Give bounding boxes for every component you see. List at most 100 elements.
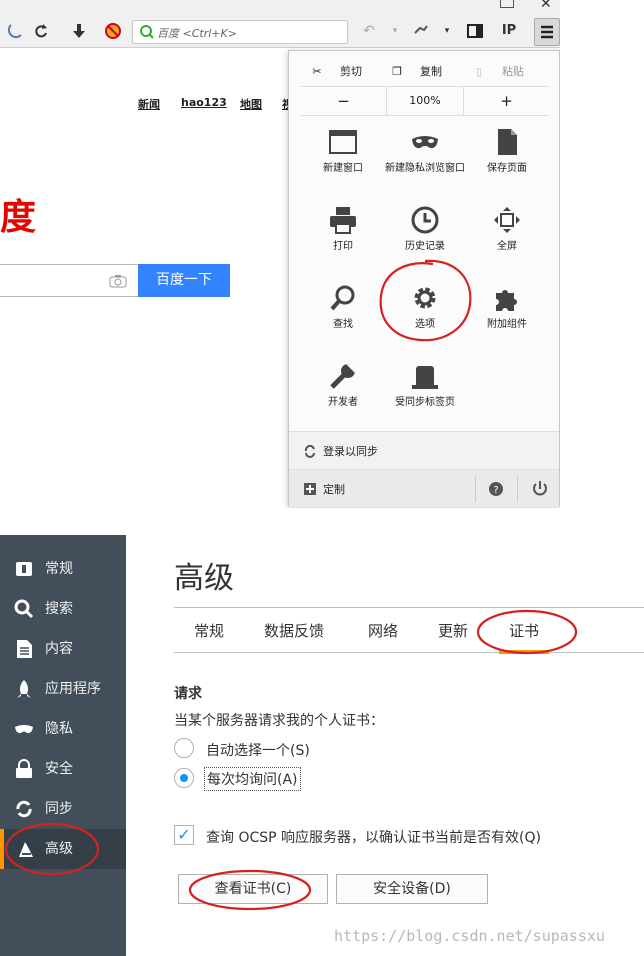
sidebar-item-content[interactable]: 内容 <box>0 629 126 669</box>
sync-label: 登录以同步 <box>323 445 378 458</box>
applications-icon <box>17 680 31 698</box>
sidebar-item-search[interactable]: 搜索 <box>0 589 126 629</box>
quit-button[interactable] <box>529 478 551 500</box>
synced-tabs-icon <box>412 366 438 389</box>
link-map[interactable]: 地图 <box>240 96 262 112</box>
search-input[interactable]: 百度 <Ctrl+K> <box>132 20 348 44</box>
camera-icon[interactable] <box>109 274 127 288</box>
print-button[interactable]: 打印 <box>303 205 383 275</box>
ocsp-checkbox[interactable]: ✓ <box>174 825 194 845</box>
find-magnifier-icon <box>330 285 355 311</box>
help-button[interactable]: ? <box>485 478 507 500</box>
zoom-controls: − 100% + <box>301 87 549 115</box>
new-window-label: 新建窗口 <box>323 163 363 174</box>
edit-controls: ✂ 剪切 ❐ 复制 ▯ 粘贴 <box>301 58 549 86</box>
open-menu-button[interactable] <box>534 18 560 46</box>
link-hao123[interactable]: hao123 <box>181 96 227 109</box>
radio-ask-every-time[interactable] <box>174 768 194 788</box>
power-icon <box>533 481 547 496</box>
hamburger-menu-icon <box>541 25 553 39</box>
scissors-icon: ✂ <box>312 65 322 78</box>
private-mask-icon <box>412 136 438 149</box>
preferences-page: 常规 搜索 内容 应用程序 隐私 安全 同步 高级 高级 常规 数据反馈 网络 … <box>0 535 644 956</box>
print-label: 打印 <box>333 241 353 252</box>
sidebar-item-label: 常规 <box>45 561 73 577</box>
copy-icon: ❐ <box>392 65 402 78</box>
content-icon <box>17 640 32 658</box>
radio-select-automatically-label[interactable]: 自动选择一个(S) <box>206 740 310 760</box>
reload-icon[interactable] <box>30 20 52 42</box>
history-label: 历史记录 <box>405 241 445 252</box>
zoom-reset-button[interactable]: 100% <box>386 87 464 115</box>
sidebar-toggle-icon[interactable] <box>464 20 486 42</box>
preferences-sidebar: 常规 搜索 内容 应用程序 隐私 安全 同步 高级 <box>0 535 126 956</box>
fullscreen-icon <box>494 207 520 233</box>
chevron-down-icon[interactable]: ▾ <box>436 20 458 42</box>
page-title: 高级 <box>174 561 234 596</box>
customize-button[interactable]: 定制 <box>289 470 475 508</box>
sign-in-to-sync-button[interactable]: 登录以同步 <box>289 431 559 469</box>
security-devices-button[interactable]: 安全设备(D) <box>336 874 488 904</box>
radio-ask-every-time-label[interactable]: 每次均询问(A) <box>204 767 301 791</box>
svg-text:?: ? <box>493 485 498 496</box>
paste-button[interactable]: 粘贴 <box>493 58 533 86</box>
customize-label: 定制 <box>323 483 345 496</box>
baidu-search-input[interactable] <box>0 264 138 297</box>
paste-icon: ▯ <box>475 65 483 78</box>
synced-tabs-label: 受同步标签页 <box>395 397 455 408</box>
customize-row: 定制 ? <box>289 469 559 507</box>
watermark: https://blog.csdn.net/supassxu <box>334 927 605 945</box>
sidebar-item-label: 应用程序 <box>45 681 101 697</box>
ocsp-checkbox-label[interactable]: 查询 OCSP 响应服务器，以确认证书当前是否有效(Q) <box>206 827 541 847</box>
developer-button[interactable]: 开发者 <box>303 361 383 431</box>
find-label: 查找 <box>333 319 353 330</box>
sidebar-item-applications[interactable]: 应用程序 <box>0 669 126 709</box>
privacy-mask-icon <box>15 725 33 734</box>
link-news[interactable]: 新闻 <box>138 96 160 112</box>
tab-network[interactable]: 网络 <box>368 620 398 641</box>
new-private-window-label: 新建隐私浏览窗口 <box>385 163 465 174</box>
chevron-down-icon[interactable]: ▾ <box>384 20 406 42</box>
sync-icon <box>16 800 32 818</box>
sidebar-item-privacy[interactable]: 隐私 <box>0 709 126 749</box>
radio-select-automatically[interactable] <box>174 738 194 758</box>
zoom-out-button[interactable]: − <box>301 87 386 115</box>
new-window-button[interactable]: 新建窗口 <box>303 127 383 197</box>
synced-tabs-button[interactable]: 受同步标签页 <box>385 361 465 431</box>
sidebar-item-security[interactable]: 安全 <box>0 749 126 789</box>
download-icon[interactable] <box>68 20 90 42</box>
undo-icon[interactable]: ↶ <box>358 20 380 42</box>
baidu-logo: 度 <box>0 196 37 238</box>
requests-heading: 请求 <box>174 686 202 702</box>
sidebar-item-label: 内容 <box>45 641 73 657</box>
restore-window-icon[interactable] <box>500 0 514 8</box>
sidebar-item-label: 同步 <box>45 801 73 817</box>
fullscreen-button[interactable]: 全屏 <box>467 205 547 275</box>
adblock-icon[interactable] <box>102 20 124 42</box>
addon-toolbar-icon[interactable] <box>410 20 432 42</box>
close-window-icon[interactable]: ✕ <box>540 0 552 12</box>
developer-wrench-icon <box>330 364 356 389</box>
new-private-window-button[interactable]: 新建隐私浏览窗口 <box>385 127 465 197</box>
sidebar-item-general[interactable]: 常规 <box>0 549 126 589</box>
zoom-in-button[interactable]: + <box>464 87 549 115</box>
tab-update[interactable]: 更新 <box>438 620 468 641</box>
plus-box-icon <box>304 483 316 495</box>
addons-label: 附加组件 <box>487 319 527 330</box>
addons-button[interactable]: 附加组件 <box>467 283 547 353</box>
search-placeholder: 百度 <Ctrl+K> <box>157 27 237 40</box>
copy-button[interactable]: 复制 <box>411 58 451 86</box>
sidebar-item-label: 搜索 <box>45 601 73 617</box>
identity-icon[interactable] <box>4 20 26 42</box>
save-page-button[interactable]: 保存页面 <box>467 127 547 197</box>
baidu-search-button[interactable]: 百度一下 <box>138 264 230 297</box>
hamburger-menu-panel: ✂ 剪切 ❐ 复制 ▯ 粘贴 − 100% + 新建窗口 新建隐私浏览窗口 保存… <box>288 50 560 507</box>
cut-button[interactable]: 剪切 <box>331 58 371 86</box>
find-button[interactable]: 查找 <box>303 283 383 353</box>
new-window-icon <box>329 130 357 154</box>
ip-icon[interactable]: IP <box>498 20 520 42</box>
tab-data-choices[interactable]: 数据反馈 <box>264 620 324 641</box>
tab-general[interactable]: 常规 <box>194 620 224 641</box>
save-page-label: 保存页面 <box>487 163 527 174</box>
annotation-circle <box>379 259 472 342</box>
